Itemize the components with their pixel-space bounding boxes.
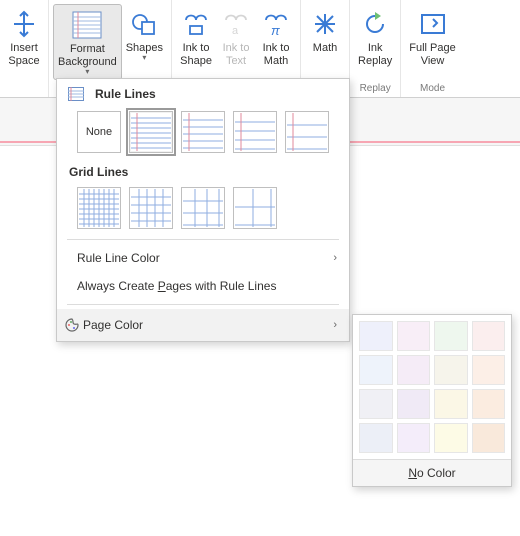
color-swatch[interactable] <box>397 423 431 453</box>
rule-line-color-label: Rule Line Color <box>77 251 160 265</box>
none-label: None <box>86 126 112 138</box>
color-grid <box>353 315 511 459</box>
color-swatch[interactable] <box>434 355 468 385</box>
no-color-item[interactable]: No Color <box>353 459 511 486</box>
insert-space-icon <box>8 8 40 40</box>
ink-replay-button[interactable]: Ink Replay <box>354 4 396 80</box>
ink-to-math-icon: π <box>260 8 292 40</box>
color-swatch[interactable] <box>434 389 468 419</box>
chevron-down-icon: ▾ <box>142 53 146 62</box>
shapes-icon <box>128 8 160 40</box>
rule-line-color-item[interactable]: Rule Line Color › <box>57 244 349 272</box>
chevron-right-icon: › <box>333 319 337 331</box>
grid-small-swatch[interactable] <box>77 187 121 229</box>
rule-none-swatch[interactable]: None <box>77 111 121 153</box>
ribbon-group-replay: Ink Replay Replay <box>350 0 401 97</box>
group-label-replay: Replay <box>354 83 396 97</box>
color-swatch[interactable] <box>472 355 506 385</box>
replay-icon <box>359 8 391 40</box>
lined-page-icon <box>71 9 103 41</box>
format-background-button[interactable]: Format Background ▾ <box>53 4 122 80</box>
ink-to-shape-label: Ink to Shape <box>180 42 212 68</box>
color-swatch[interactable] <box>472 321 506 351</box>
color-swatch[interactable] <box>472 389 506 419</box>
ink-to-shape-icon <box>180 8 212 40</box>
color-swatch[interactable] <box>359 355 393 385</box>
color-swatch[interactable] <box>397 321 431 351</box>
math-icon <box>309 8 341 40</box>
format-background-dropdown: Rule Lines None <box>56 78 350 342</box>
rule-lines-header: Rule Lines <box>57 79 349 103</box>
color-swatch[interactable] <box>397 355 431 385</box>
shapes-button[interactable]: Shapes ▾ <box>122 4 167 80</box>
grid-large-swatch[interactable] <box>181 187 225 229</box>
no-color-label: No Color <box>408 466 455 480</box>
color-swatch[interactable] <box>397 389 431 419</box>
math-button[interactable]: Math <box>305 4 345 80</box>
full-page-view-button[interactable]: Full Page View <box>405 4 459 80</box>
page-color-item[interactable]: Page Color › <box>57 309 349 341</box>
color-swatch[interactable] <box>472 423 506 453</box>
full-page-view-label: Full Page View <box>409 42 455 68</box>
svg-text:π: π <box>271 23 280 38</box>
grid-lines-title: Grid Lines <box>69 165 128 179</box>
ink-to-math-button[interactable]: π Ink to Math <box>256 4 296 80</box>
rule-lines-title: Rule Lines <box>95 87 156 101</box>
math-label: Math <box>313 42 337 55</box>
insert-space-label: Insert Space <box>8 42 39 68</box>
always-create-pages-item[interactable]: Always Create Pages with Rule Lines <box>57 272 349 300</box>
insert-space-button[interactable]: Insert Space <box>4 4 44 80</box>
format-background-label: Format Background <box>58 43 117 69</box>
rule-narrow-swatch[interactable] <box>129 111 173 153</box>
color-swatch[interactable] <box>434 321 468 351</box>
rule-college-swatch[interactable] <box>181 111 225 153</box>
grid-lines-header: Grid Lines <box>57 159 349 179</box>
grid-medium-swatch[interactable] <box>129 187 173 229</box>
ink-to-text-icon: a <box>220 8 252 40</box>
ink-to-text-label: Ink to Text <box>223 42 250 68</box>
chevron-right-icon: › <box>333 252 337 264</box>
page-color-icon <box>63 316 81 334</box>
always-create-label: Always Create Pages with Rule Lines <box>77 279 276 293</box>
separator <box>67 239 339 240</box>
rule-lines-swatches: None <box>57 103 349 159</box>
ink-replay-label: Ink Replay <box>358 42 392 68</box>
color-swatch[interactable] <box>359 321 393 351</box>
color-swatch[interactable] <box>434 423 468 453</box>
group-label-blank <box>4 83 44 97</box>
svg-text:a: a <box>232 25 239 37</box>
ribbon-group-mode: Full Page View Mode <box>401 0 463 97</box>
ink-to-text-button: a Ink to Text <box>216 4 256 80</box>
color-swatch[interactable] <box>359 423 393 453</box>
rule-wide-swatch[interactable] <box>285 111 329 153</box>
page-color-flyout: No Color <box>352 314 512 487</box>
lined-page-icon <box>67 85 85 103</box>
group-label-mode: Mode <box>405 83 459 97</box>
separator <box>67 304 339 305</box>
grid-xlarge-swatch[interactable] <box>233 187 277 229</box>
page-color-label: Page Color <box>83 318 143 332</box>
ink-to-math-label: Ink to Math <box>263 42 290 68</box>
ribbon-group-space: Insert Space <box>0 0 49 97</box>
grid-lines-swatches <box>57 179 349 235</box>
ink-to-shape-button[interactable]: Ink to Shape <box>176 4 216 80</box>
full-page-view-icon <box>417 8 449 40</box>
rule-standard-swatch[interactable] <box>233 111 277 153</box>
color-swatch[interactable] <box>359 389 393 419</box>
chevron-down-icon: ▾ <box>85 67 89 76</box>
